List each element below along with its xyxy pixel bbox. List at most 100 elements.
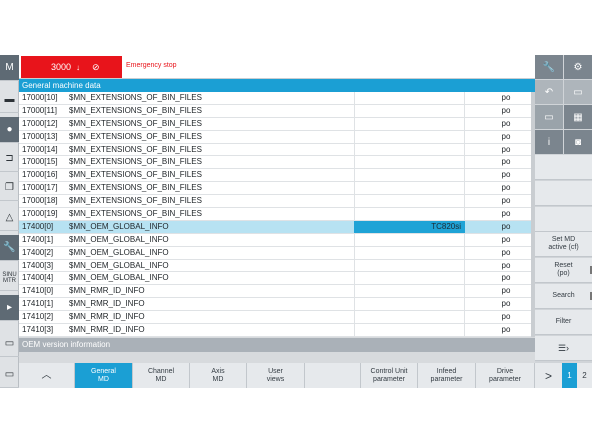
drive-softkey[interactable]: Drive parameter <box>476 363 535 388</box>
up-arrow-button[interactable]: ︿ <box>19 363 75 388</box>
table-row[interactable]: 17410[2] $MN_RMR_ID_INFO po <box>19 311 535 325</box>
save-button[interactable]: ▭ <box>564 80 592 104</box>
md-activation: po <box>501 131 511 141</box>
table-row[interactable]: 17400[0] $MN_OEM_GLOBAL_INFO TC820si po <box>19 220 535 234</box>
screen-toggle-button[interactable]: ▭ <box>535 105 563 129</box>
expand-list-softkey[interactable]: ☰› <box>535 336 592 361</box>
md-value[interactable] <box>354 285 465 298</box>
page-1-button[interactable]: 1 <box>562 363 577 388</box>
axis-md-softkey[interactable]: Axis MD <box>190 363 247 388</box>
table-row[interactable]: 17410[0] $MN_RMR_ID_INFO po <box>19 285 535 299</box>
md-value[interactable] <box>354 143 465 156</box>
axis-md-label: Axis MD <box>211 367 225 383</box>
md-value[interactable]: TC820si <box>354 220 465 233</box>
md-name: $MN_RMR_ID_INFO <box>69 299 145 309</box>
md-value[interactable] <box>354 104 465 117</box>
panel-toggle-button[interactable]: ▭ <box>0 331 19 357</box>
alarm-box[interactable]: 3000 ↓ ⊘ <box>21 56 122 78</box>
md-name: $MN_EXTENSIONS_OF_BIN_FILES <box>69 131 202 141</box>
search-softkey[interactable]: Search <box>535 284 592 309</box>
sinumerik-button[interactable]: SINU MTR <box>0 265 19 291</box>
md-value[interactable] <box>354 246 465 259</box>
set-md-active-softkey[interactable]: Set MD active (cf) <box>535 232 592 257</box>
md-value[interactable] <box>354 311 465 324</box>
md-value[interactable] <box>354 208 465 221</box>
table-row[interactable]: 17000[17] $MN_EXTENSIONS_OF_BIN_FILES po <box>19 182 535 196</box>
parameter-area-button[interactable]: ▬ <box>0 87 19 113</box>
table-row[interactable]: 17000[19] $MN_EXTENSIONS_OF_BIN_FILES po <box>19 208 535 221</box>
control-unit-softkey[interactable]: Control Unit parameter <box>361 363 418 388</box>
table-row[interactable]: 17000[10] $MN_EXTENSIONS_OF_BIN_FILES po <box>19 92 535 105</box>
md-value[interactable] <box>354 182 465 195</box>
chevron-up-icon: ︿ <box>41 369 52 381</box>
empty-softkey-1[interactable] <box>535 155 592 180</box>
diagnostics-button[interactable]: △ <box>0 205 19 231</box>
md-number: 17400[3] <box>22 260 54 270</box>
empty-softkey-2[interactable] <box>535 181 592 206</box>
md-value[interactable] <box>354 169 465 182</box>
table-row[interactable]: 17000[15] $MN_EXTENSIONS_OF_BIN_FILES po <box>19 156 535 170</box>
acknowledge-icon: ⊘ <box>92 61 100 72</box>
md-value[interactable] <box>354 298 465 311</box>
md-number: 17400[4] <box>22 273 54 283</box>
md-value[interactable] <box>354 156 465 169</box>
md-activation: po <box>501 93 511 102</box>
undo-button[interactable]: ↶ <box>535 80 563 104</box>
md-value[interactable] <box>354 259 465 272</box>
horizontal-softkeys: ︿ General MD Channel MD Axis MD User vie… <box>19 363 535 388</box>
reset-softkey[interactable]: Reset (po) <box>535 258 592 283</box>
table-title: General machine data <box>19 79 535 92</box>
reset-label: Reset (po) <box>554 262 573 277</box>
wrench-icon: 🔧 <box>542 61 556 73</box>
setup-button[interactable]: 🔧 <box>0 235 19 261</box>
md-activation: po <box>501 209 511 219</box>
table-row[interactable]: 17410[3] $MN_RMR_ID_INFO po <box>19 324 535 337</box>
settings-button[interactable]: ⚙ <box>564 55 592 79</box>
info-button[interactable]: i <box>535 130 563 154</box>
infeed-label: Infeed parameter <box>430 367 463 383</box>
table-row[interactable]: 17000[11] $MN_EXTENSIONS_OF_BIN_FILES po <box>19 104 535 118</box>
table-row[interactable]: 17400[1] $MN_OEM_GLOBAL_INFO po <box>19 233 535 247</box>
chevron-right-icon: > <box>544 368 552 383</box>
screenshot-button[interactable]: ◙ <box>564 130 592 154</box>
window-toggle-button[interactable]: ▭ <box>0 362 19 388</box>
md-value[interactable] <box>354 272 465 285</box>
copy-button[interactable]: ❐ <box>0 175 19 201</box>
general-md-softkey[interactable]: General MD <box>75 363 133 388</box>
md-value[interactable] <box>354 195 465 208</box>
md-value[interactable] <box>354 233 465 246</box>
md-value[interactable] <box>354 92 465 104</box>
empty-softkey-3[interactable] <box>535 207 592 232</box>
program-area-button[interactable]: ● <box>0 117 19 143</box>
channel-md-softkey[interactable]: Channel MD <box>133 363 190 388</box>
table-row[interactable]: 17400[2] $MN_OEM_GLOBAL_INFO po <box>19 246 535 260</box>
empty-softkey[interactable] <box>305 363 361 388</box>
right-toolbar: 🔧 ⚙ ↶ ▭ ▭ ▦ i ◙ Set MD active (cf) Reset… <box>535 55 592 388</box>
table-row[interactable]: 17410[1] $MN_RMR_ID_INFO po <box>19 298 535 312</box>
machine-area-button[interactable]: M <box>0 55 19 81</box>
program-manager-button[interactable]: ⊐ <box>0 146 19 172</box>
expand-left-button[interactable]: ▸ <box>0 295 19 321</box>
table-row[interactable]: 17000[18] $MN_EXTENSIONS_OF_BIN_FILES po <box>19 195 535 209</box>
table-row[interactable]: 17000[14] $MN_EXTENSIONS_OF_BIN_FILES po <box>19 143 535 157</box>
parameter-icon: ▬ <box>4 94 15 105</box>
page-2-button[interactable]: 2 <box>577 363 592 388</box>
next-page-button[interactable]: > <box>535 363 562 388</box>
tools-button[interactable]: 🔧 <box>535 55 563 79</box>
md-value[interactable] <box>354 130 465 143</box>
page-1-label: 1 <box>567 371 572 380</box>
md-value[interactable] <box>354 117 465 130</box>
sinumerik-label: SINU MTR <box>2 271 17 284</box>
table-row[interactable]: 17400[3] $MN_OEM_GLOBAL_INFO po <box>19 259 535 273</box>
filter-softkey[interactable]: Filter <box>535 310 592 335</box>
md-number: 17000[12] <box>22 118 58 128</box>
infeed-softkey[interactable]: Infeed parameter <box>418 363 476 388</box>
md-value[interactable] <box>354 324 465 337</box>
table-row[interactable]: 17000[12] $MN_EXTENSIONS_OF_BIN_FILES po <box>19 117 535 131</box>
keyboard-button[interactable]: ▦ <box>564 105 592 129</box>
table-row[interactable]: 17000[16] $MN_EXTENSIONS_OF_BIN_FILES po <box>19 169 535 183</box>
table-row[interactable]: 17000[13] $MN_EXTENSIONS_OF_BIN_FILES po <box>19 130 535 144</box>
user-views-softkey[interactable]: User views <box>247 363 305 388</box>
table-row[interactable]: 17400[4] $MN_OEM_GLOBAL_INFO po <box>19 272 535 286</box>
md-number: 17000[11] <box>22 105 57 115</box>
